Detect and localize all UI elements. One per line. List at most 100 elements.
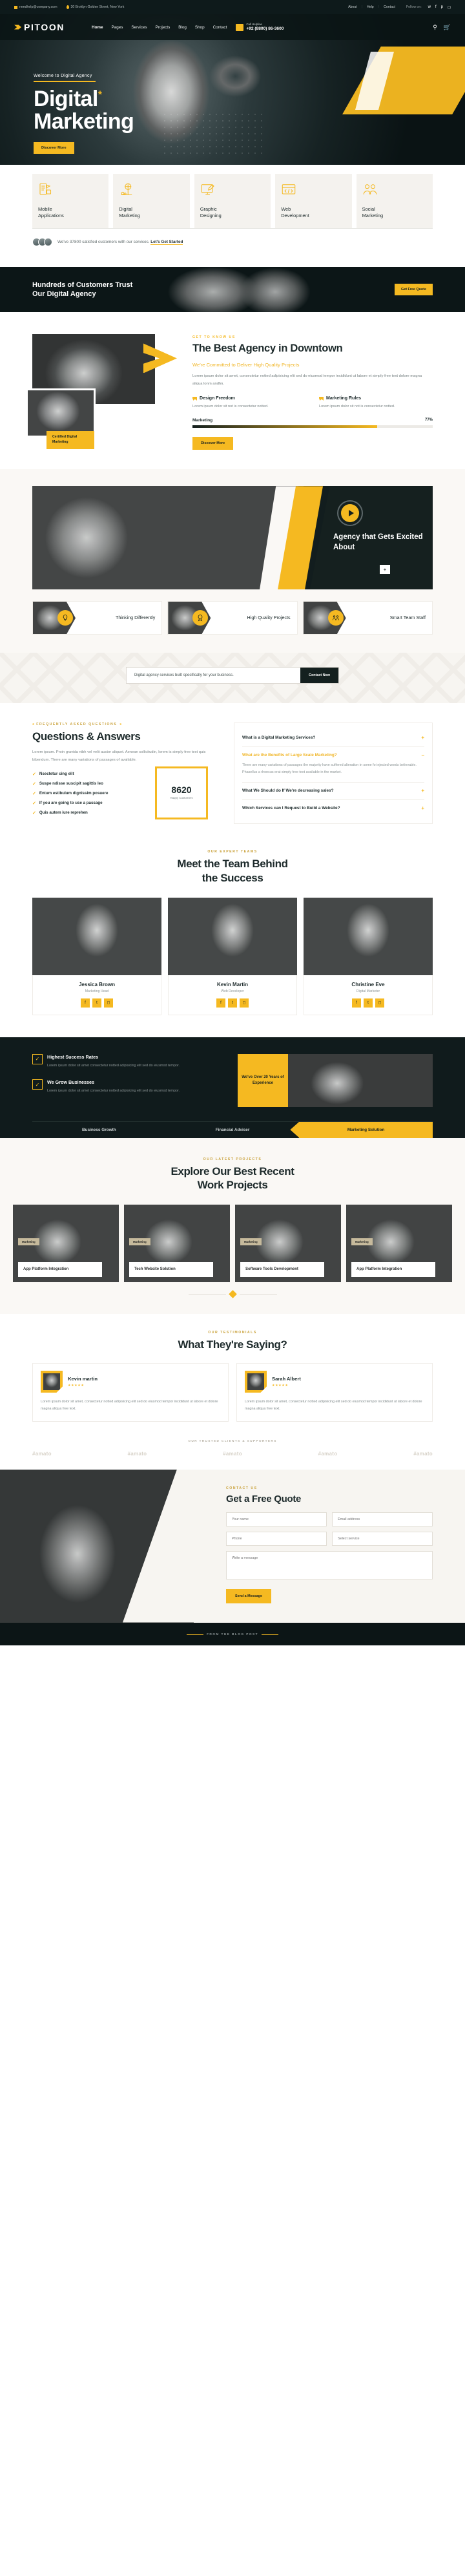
- nav-item-pages[interactable]: Pages: [112, 25, 123, 30]
- service-card[interactable]: Graphic Designing: [194, 174, 271, 229]
- envelope-icon: [14, 5, 17, 9]
- twitter-icon[interactable]: w: [428, 5, 431, 10]
- check-icon: ✓: [32, 781, 36, 787]
- pinterest-icon[interactable]: p: [441, 5, 443, 10]
- contact-kicker: CONTACT US: [226, 1486, 258, 1490]
- send-message-button[interactable]: Send a Message: [226, 1589, 271, 1603]
- feature-strip[interactable]: High Quality Projects: [167, 601, 298, 635]
- success-tabs: Business Growth Financial Adviser Market…: [32, 1121, 433, 1138]
- nav-item-projects[interactable]: Projects: [156, 25, 170, 30]
- get-started-link[interactable]: Let's Get Started: [150, 240, 183, 246]
- facebook-icon[interactable]: f: [81, 998, 90, 1008]
- facebook-icon[interactable]: f: [435, 5, 437, 10]
- counter-label: Happy Customers: [170, 796, 193, 800]
- email-field[interactable]: [332, 1512, 433, 1526]
- testimonial-name: Sarah Albert: [272, 1375, 301, 1382]
- nav-item-services[interactable]: Services: [131, 25, 147, 30]
- service-select[interactable]: [332, 1531, 433, 1546]
- service-card[interactable]: Mobile Applications: [32, 174, 109, 229]
- team-kicker: OUR EXPERT TEAMS: [207, 850, 258, 854]
- agency-subheading: We're Committed to Deliver High Quality …: [192, 362, 300, 368]
- team-member[interactable]: Christine Eve Digital Marketer f t ◻: [304, 897, 433, 1015]
- plus-icon[interactable]: +: [421, 735, 424, 741]
- instagram-icon[interactable]: ◻: [375, 998, 384, 1008]
- message-field[interactable]: [226, 1550, 433, 1579]
- divider: /: [378, 5, 380, 9]
- video-plus-button[interactable]: +: [380, 565, 390, 575]
- plus-icon[interactable]: +: [421, 788, 424, 794]
- skill-percent: 77%: [424, 418, 433, 423]
- team-member[interactable]: Jessica Brown Marketing Head f t ◻: [32, 897, 161, 1015]
- tab-marketing-solution[interactable]: Marketing Solution: [299, 1121, 433, 1138]
- success-text: Lorem ipsum dolor sit amet consectetur n…: [47, 1089, 180, 1093]
- tab-business-growth[interactable]: Business Growth: [32, 1121, 166, 1138]
- topbar-link-about[interactable]: About: [348, 5, 357, 9]
- search-icon[interactable]: ⚲: [433, 24, 437, 31]
- hero-star-icon: *: [98, 89, 102, 101]
- name-field[interactable]: [226, 1512, 327, 1526]
- agency-media: Certified Digital Marketing: [26, 334, 181, 450]
- project-card[interactable]: Marketing App Platform Integration: [13, 1204, 119, 1282]
- project-card[interactable]: Marketing Software Tools Development: [235, 1204, 341, 1282]
- facebook-icon[interactable]: f: [352, 998, 361, 1008]
- plus-icon[interactable]: +: [421, 806, 424, 811]
- nav-item-contact[interactable]: Contact: [213, 25, 227, 30]
- accordion-item[interactable]: What We Should do If We're decreasing sa…: [242, 783, 424, 801]
- tab-financial-adviser[interactable]: Financial Adviser: [165, 1121, 300, 1138]
- testimonials-section: OUR TESTIMONIALS What They're Saying? Ke…: [0, 1313, 465, 1436]
- success-section: ✓ Highest Success Rates Lorem ipsum dolo…: [0, 1037, 465, 1138]
- nav-item-blog[interactable]: Blog: [178, 25, 187, 30]
- topbar-link-contact[interactable]: Contact: [384, 5, 395, 9]
- counter-number: 8620: [171, 785, 192, 796]
- instagram-icon[interactable]: ◻: [104, 998, 113, 1008]
- topbar-link-help[interactable]: Help: [367, 5, 374, 9]
- check-icon: ✓: [32, 791, 36, 796]
- facebook-icon[interactable]: f: [216, 998, 225, 1008]
- get-free-quote-button[interactable]: Get Free Quote: [395, 284, 433, 296]
- project-title: App Platform Integration: [351, 1262, 435, 1277]
- service-card[interactable]: Digital Marketing: [113, 174, 190, 229]
- team-member[interactable]: Kevin Martin Web Developer f t ◻: [168, 897, 297, 1015]
- video-heading: Agency that Gets Excited About: [333, 533, 423, 551]
- twitter-icon[interactable]: t: [228, 998, 237, 1008]
- member-role: Digital Marketer: [356, 989, 380, 993]
- projects-heading: Explore Our Best Recent Work Projects: [170, 1165, 294, 1191]
- bullet-text: Entum estibulum dignissim posuere: [39, 791, 108, 796]
- accordion-item[interactable]: Which Services can I Request to Build a …: [242, 800, 424, 817]
- twitter-icon[interactable]: t: [364, 998, 373, 1008]
- hero-underline: [34, 81, 96, 82]
- accordion-question: What are the Benefits of Large Scale Mar…: [242, 753, 337, 758]
- agency-discover-button[interactable]: Discover More: [192, 437, 234, 450]
- service-card[interactable]: Web Development: [275, 174, 352, 229]
- carousel-dot[interactable]: [228, 1289, 237, 1298]
- service-name: Social Marketing: [362, 206, 384, 219]
- accordion-item[interactable]: What is a Digital Marketing Services? +: [242, 730, 424, 748]
- feature-strip[interactable]: Smart Team Staff: [302, 601, 433, 635]
- feature-text: Lorem ipsum dolor sit not is consectetur…: [319, 405, 395, 409]
- twitter-icon[interactable]: t: [92, 998, 101, 1008]
- topbar-email[interactable]: needhelp@company.com: [14, 5, 57, 9]
- logo[interactable]: PITOON: [14, 22, 65, 32]
- instagram-icon[interactable]: ◻: [448, 5, 451, 10]
- topbar-right: About | Help / Contact Follow on: w f p …: [348, 5, 451, 10]
- service-card[interactable]: Social Marketing: [356, 174, 433, 229]
- project-card[interactable]: Marketing Tech Website Solution: [124, 1204, 230, 1282]
- instagram-icon[interactable]: ◻: [240, 998, 249, 1008]
- hero-discover-button[interactable]: Discover More: [34, 142, 74, 154]
- project-tag: Marketing: [240, 1238, 262, 1245]
- accordion-item[interactable]: What are the Benefits of Large Scale Mar…: [242, 747, 424, 783]
- phone-field[interactable]: [226, 1531, 327, 1546]
- rating-stars: ★★★★★: [68, 1383, 85, 1388]
- cart-icon[interactable]: 🛒: [444, 24, 451, 31]
- project-card[interactable]: Marketing App Platform Integration: [346, 1204, 452, 1282]
- contact-now-button[interactable]: Contact Now: [300, 668, 338, 684]
- page-root: needhelp@company.com 30 Broklyn Golden S…: [0, 0, 465, 1645]
- nav-item-shop[interactable]: Shop: [195, 25, 205, 30]
- testimonials-kicker: OUR TESTIMONIALS: [208, 1330, 257, 1335]
- video-banner: Agency that Gets Excited About +: [32, 486, 433, 590]
- helpline[interactable]: Call Helpline +92 (8800) 86-3600: [236, 23, 284, 32]
- feature-strip[interactable]: Thinking Differently: [32, 601, 163, 635]
- nav-item-home[interactable]: Home: [92, 25, 103, 30]
- service-name: Graphic Designing: [200, 206, 222, 219]
- minus-icon[interactable]: −: [421, 753, 424, 758]
